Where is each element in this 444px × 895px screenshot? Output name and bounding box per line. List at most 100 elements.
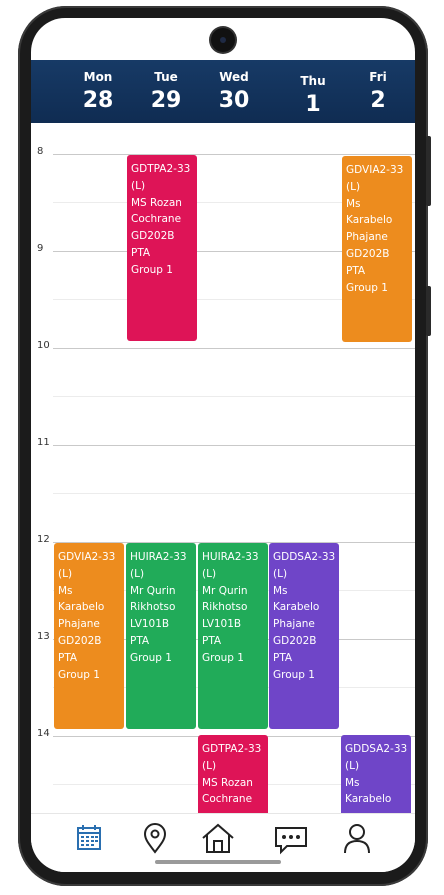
- event-type: (L): [130, 567, 145, 580]
- event-group: Group 1: [130, 651, 172, 664]
- event-lecturer: Mr Qurin: [130, 584, 176, 597]
- event-lecturer: Ms: [273, 584, 288, 597]
- event-code: HUIRA2-33: [130, 551, 187, 563]
- event-type: (L): [58, 567, 73, 580]
- event-venue: GD202B: [273, 634, 317, 647]
- day-fri[interactable]: Fri 2: [350, 60, 406, 123]
- event-lecturer: Mr Qurin: [202, 584, 248, 597]
- event-type: (L): [346, 180, 361, 193]
- event-code: GDDSA2-33: [345, 743, 408, 755]
- day-mon[interactable]: Mon 28: [70, 60, 126, 123]
- event-venue: LV101B: [130, 618, 170, 631]
- profile-icon: [344, 824, 370, 854]
- event-lecturer: Karabelo: [345, 793, 392, 806]
- day-wed[interactable]: Wed 30: [206, 60, 262, 123]
- event-lecturer: Cochrane: [131, 213, 182, 226]
- event-lecturer: Phajane: [346, 231, 388, 244]
- messages-icon: [275, 827, 307, 855]
- event-lecturer: Phajane: [273, 618, 315, 631]
- event-lecturer: Karabelo: [346, 214, 393, 227]
- hour-line: [53, 348, 415, 349]
- nav-location[interactable]: [135, 822, 175, 856]
- day-number: 1: [305, 92, 321, 117]
- app-screen: Mon 28 Tue 29 Wed 30 Thu 1 Fri 2 8 9 10: [31, 18, 415, 872]
- event-lecturer: Rikhotso: [130, 601, 176, 614]
- event-group: Group 1: [346, 281, 388, 294]
- event-code: GDDSA2-33: [273, 551, 336, 563]
- event-type: (L): [202, 567, 217, 580]
- calendar-icon: [77, 825, 101, 850]
- half-hour-line: [53, 396, 415, 397]
- day-tue[interactable]: Tue 29: [138, 60, 194, 123]
- event-venue: GD202B: [131, 230, 175, 243]
- hour-label: 12: [37, 534, 50, 545]
- class-event[interactable]: GDVIA2-33 (L) Ms Karabelo Phajane GD202B…: [54, 543, 124, 729]
- event-campus: PTA: [273, 651, 293, 664]
- event-group: Group 1: [273, 668, 315, 681]
- event-lecturer: Karabelo: [58, 601, 105, 614]
- event-lecturer: Ms: [58, 584, 73, 597]
- half-hour-line: [53, 493, 415, 494]
- event-campus: PTA: [131, 246, 151, 259]
- day-number: 29: [150, 88, 182, 113]
- event-group: Group 1: [58, 668, 100, 681]
- day-name: Thu: [300, 74, 326, 88]
- day-number: 2: [370, 88, 386, 113]
- class-event[interactable]: HUIRA2-33 (L) Mr Qurin Rikhotso LV101B P…: [126, 543, 196, 729]
- hour-label: 11: [37, 437, 50, 448]
- event-lecturer: MS Rozan: [131, 196, 182, 209]
- timetable-grid[interactable]: 8 9 10 11 12 13 14 GDTPA2-33 (L) MS Roza…: [31, 123, 415, 855]
- day-number: 30: [218, 88, 250, 113]
- event-lecturer: Ms: [345, 776, 360, 789]
- event-code: GDTPA2-33: [131, 163, 191, 175]
- event-code: GDVIA2-33: [58, 551, 116, 563]
- day-name: Wed: [219, 70, 249, 84]
- event-type: (L): [273, 567, 288, 580]
- nav-messages[interactable]: [271, 822, 311, 856]
- event-code: GDVIA2-33: [346, 164, 404, 176]
- hour-line: [53, 154, 415, 155]
- day-name: Tue: [154, 70, 178, 84]
- event-campus: PTA: [202, 634, 222, 647]
- event-group: Group 1: [202, 651, 244, 664]
- day-number: 28: [82, 88, 114, 113]
- event-campus: PTA: [346, 264, 366, 277]
- event-type: (L): [131, 179, 146, 192]
- class-event[interactable]: GDVIA2-33 (L) Ms Karabelo Phajane GD202B…: [342, 156, 412, 342]
- day-thu[interactable]: Thu 1: [285, 60, 341, 123]
- location-pin-icon: [143, 823, 167, 854]
- event-lecturer: MS Rozan: [202, 776, 253, 789]
- event-lecturer: Cochrane: [202, 793, 253, 806]
- class-event[interactable]: GDDSA2-33 (L) Ms Karabelo Phajane GD202B…: [269, 543, 339, 729]
- event-code: HUIRA2-33: [202, 551, 259, 563]
- day-name: Mon: [83, 70, 113, 84]
- class-event[interactable]: GDTPA2-33 (L) MS Rozan Cochrane GD202B P…: [127, 155, 197, 341]
- hour-label: 10: [37, 340, 50, 351]
- volume-button: [426, 136, 431, 206]
- nav-calendar[interactable]: [69, 822, 109, 856]
- week-header: Mon 28 Tue 29 Wed 30 Thu 1 Fri 2: [31, 60, 415, 123]
- event-campus: PTA: [130, 634, 150, 647]
- event-type: (L): [345, 759, 360, 772]
- hour-line: [53, 445, 415, 446]
- nav-profile[interactable]: [337, 822, 377, 856]
- home-icon: [202, 823, 234, 853]
- event-campus: PTA: [58, 651, 78, 664]
- event-code: GDTPA2-33: [202, 743, 262, 755]
- event-type: (L): [202, 759, 217, 772]
- nav-home[interactable]: [198, 822, 238, 856]
- hour-label: 14: [37, 728, 50, 739]
- event-venue: GD202B: [346, 247, 390, 260]
- power-button: [426, 286, 431, 336]
- home-indicator[interactable]: [155, 860, 281, 864]
- event-lecturer: Karabelo: [273, 601, 320, 614]
- event-lecturer: Rikhotso: [202, 601, 248, 614]
- event-venue: LV101B: [202, 618, 242, 631]
- class-event[interactable]: HUIRA2-33 (L) Mr Qurin Rikhotso LV101B P…: [198, 543, 268, 729]
- day-name: Fri: [369, 70, 387, 84]
- hour-label: 13: [37, 631, 50, 642]
- hour-label: 9: [37, 243, 44, 254]
- hour-label: 8: [37, 146, 44, 157]
- front-camera: [211, 28, 235, 52]
- event-group: Group 1: [131, 263, 173, 276]
